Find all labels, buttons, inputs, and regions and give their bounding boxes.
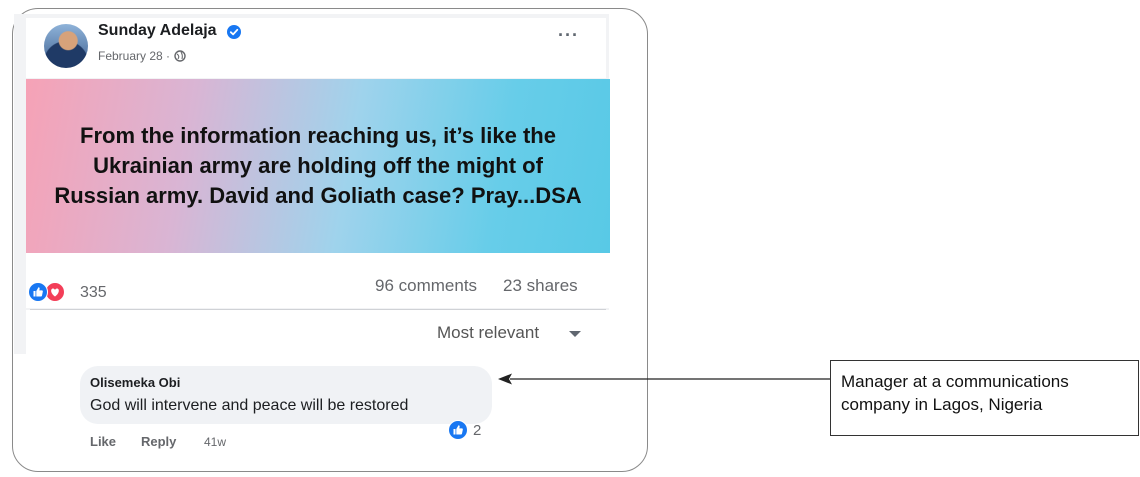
comments-count-link[interactable]: 96 comments [375, 276, 477, 296]
chevron-down-icon[interactable] [569, 331, 581, 337]
post-banner-text: From the information reaching us, it’s l… [54, 123, 582, 208]
annotation-text: Manager at a communications company in L… [841, 372, 1069, 414]
author-avatar[interactable] [44, 24, 88, 68]
comment-like-button[interactable]: Like [90, 434, 116, 449]
comment-like-count: 2 [473, 422, 482, 439]
comment-reply-button[interactable]: Reply [141, 434, 176, 449]
love-icon[interactable] [45, 282, 65, 302]
more-options-button[interactable]: ··· [558, 26, 579, 44]
comment-sort-dropdown[interactable]: Most relevant [437, 323, 539, 343]
annotation-callout: Manager at a communications company in L… [830, 360, 1139, 436]
verified-badge-icon [227, 25, 241, 39]
reaction-count[interactable]: 335 [80, 284, 107, 302]
globe-icon [174, 50, 186, 62]
annotation-arrow [498, 373, 834, 385]
shares-count-link[interactable]: 23 shares [503, 276, 578, 296]
like-icon[interactable] [28, 282, 48, 302]
comment-timestamp[interactable]: 41w [204, 435, 226, 449]
comment-like-icon[interactable] [448, 420, 468, 440]
comment-text: God will intervene and peace will be res… [90, 397, 409, 414]
post-author-name[interactable]: Sunday Adelaja [98, 22, 217, 40]
post-meta: February 28 · [98, 49, 186, 63]
post-date[interactable]: February 28 · [98, 49, 170, 63]
comment-author-name[interactable]: Olisemeka Obi [90, 375, 180, 390]
post-text-banner: From the information reaching us, it’s l… [26, 79, 610, 253]
